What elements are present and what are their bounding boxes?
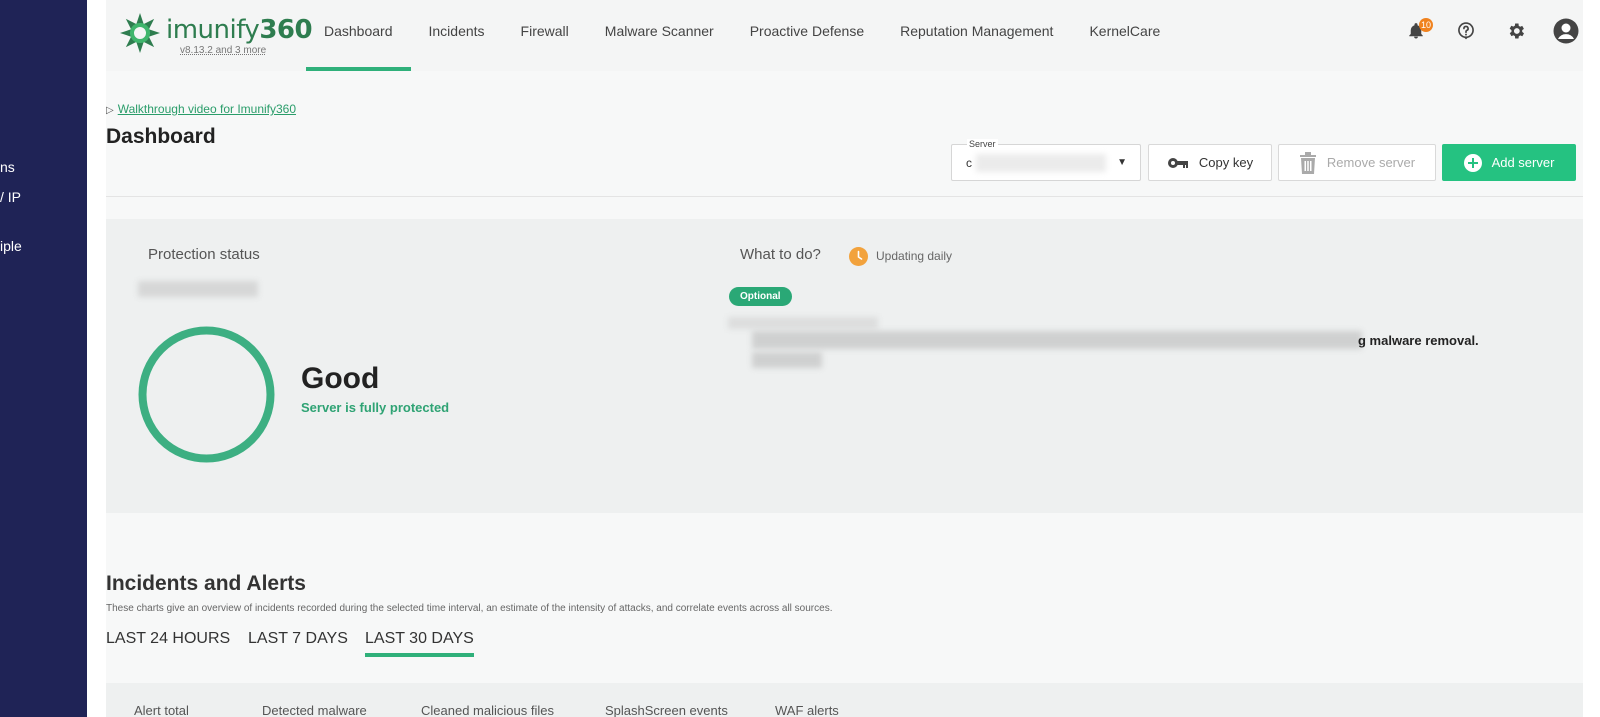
tab-last-24-hours[interactable]: LAST 24 HOURS [106,630,230,657]
add-server-label: Add server [1491,155,1555,170]
protection-status-subtitle: Server is fully protected [301,400,450,415]
sidebar-item[interactable]: / IP [0,189,21,205]
trash-icon [1299,151,1316,174]
key-icon [1167,157,1188,168]
protection-status-panel: Protection status Good Server is fully p… [106,219,1583,513]
server-name-redacted [976,154,1106,172]
main-content: imunify360 v8.13.2 and 3 more Dashboard … [87,0,1600,717]
sidebar-item[interactable]: iple [0,238,22,254]
page-title: Dashboard [106,125,216,148]
incidents-alerts-description: These charts give an overview of inciden… [106,603,833,614]
nav-tab-incidents[interactable]: Incidents [411,0,503,71]
stat-alert-total: Alert total [134,703,189,717]
tab-last-30-days[interactable]: LAST 30 DAYS [365,630,474,657]
nav-tab-firewall[interactable]: Firewall [503,0,587,71]
walkthrough-link[interactable]: Walkthrough video for Imunify360 [118,102,296,116]
caret-down-icon: ▼ [1117,157,1127,168]
server-hostname-redacted [138,281,258,297]
logo-text: imunify360 [166,15,313,45]
server-select[interactable]: Server c ▼ [951,139,1141,181]
dashboard-page: ▷ Walkthrough video for Imunify360 Dashbo… [106,71,1583,717]
stat-waf-alerts: WAF alerts [775,703,839,717]
incident-stats-panel: Alert total Detected malware Cleaned mal… [106,683,1583,717]
stat-splashscreen-events: SplashScreen events [605,703,728,717]
copy-key-button[interactable]: Copy key [1148,144,1272,181]
optional-badge: Optional [729,287,792,306]
recommendation-text-redacted [752,331,1362,349]
updating-daily-text: Updating daily [876,249,953,263]
walkthrough: ▷ Walkthrough video for Imunify360 [106,102,296,116]
nav-tab-dashboard[interactable]: Dashboard [306,0,411,71]
recommendation-text: g malware removal. [1358,333,1479,348]
help-icon [1458,22,1474,40]
gear-icon [1509,23,1524,39]
help-button[interactable] [1449,14,1483,48]
remove-server-label: Remove server [1326,155,1416,170]
user-avatar-icon [1553,18,1579,44]
what-to-do-title: What to do? [740,246,821,263]
recommendation-link-redacted [752,352,822,368]
nav-tab-reputation-management[interactable]: Reputation Management [882,0,1071,71]
stat-detected-malware: Detected malware [262,703,367,717]
tab-last-7-days[interactable]: LAST 7 DAYS [248,630,348,657]
version-link[interactable]: v8.13.2 and 3 more [180,45,266,56]
notification-count-badge: 10 [1418,18,1433,32]
settings-button[interactable] [1499,14,1533,48]
left-sidebar: ns / IP iple [0,0,87,717]
protection-status-value: Good [301,362,380,395]
protection-status-title: Protection status [148,246,260,263]
imunify-logo[interactable]: imunify360 v8.13.2 and 3 more [118,11,313,59]
clock-icon [849,247,868,266]
nav-tab-malware-scanner[interactable]: Malware Scanner [587,0,732,71]
divider [106,196,1583,197]
play-icon: ▷ [106,105,114,116]
protection-status-ring [138,326,275,463]
remove-server-button[interactable]: Remove server [1278,144,1436,181]
nav-tab-proactive-defense[interactable]: Proactive Defense [732,0,882,71]
nav-tab-kernelcare[interactable]: KernelCare [1071,0,1178,71]
main-nav: Dashboard Incidents Firewall Malware Sca… [306,0,1178,71]
header-actions: 10 [1383,14,1583,48]
imunify-logo-icon [120,13,160,53]
top-bar: imunify360 v8.13.2 and 3 more Dashboard … [106,0,1583,71]
server-select-value: c [966,156,972,170]
stat-cleaned-malicious-files: Cleaned malicious files [421,703,554,717]
plus-circle-icon [1463,153,1482,172]
account-button[interactable] [1549,14,1583,48]
recommendation-title-redacted [728,317,878,329]
server-select-label: Server [967,139,998,149]
sidebar-item[interactable]: ns [0,159,15,175]
copy-key-label: Copy key [1198,155,1254,170]
add-server-button[interactable]: Add server [1442,144,1576,181]
notifications-button[interactable]: 10 [1399,14,1433,48]
incidents-alerts-title: Incidents and Alerts [106,572,306,595]
